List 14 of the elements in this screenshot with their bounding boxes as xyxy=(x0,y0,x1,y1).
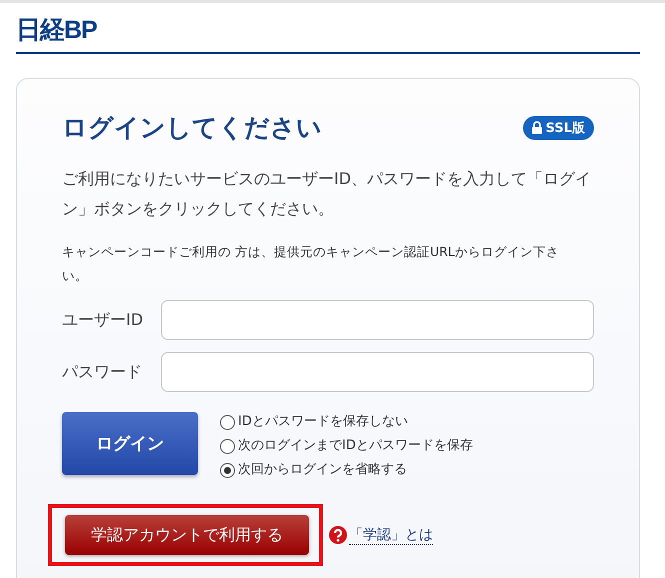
help-link[interactable]: 「学認」とは xyxy=(349,526,433,544)
field-label: パスワード xyxy=(62,362,143,382)
gakunin-button[interactable]: 学認アカウントで利用する xyxy=(65,515,309,555)
logo: 日経BP xyxy=(16,15,97,46)
ssl-badge[interactable]: SSL版 xyxy=(522,116,594,140)
campaign-note: キャンペーンコードご利用の 方は、提供元のキャンペーン認証URLからログイン下さい。 xyxy=(62,243,560,285)
option-label: 次のログインまでIDとパスワードを保存 xyxy=(238,437,473,455)
field-label: ユーザーID xyxy=(62,310,144,330)
option-label: IDとパスワードを保存しない xyxy=(238,413,408,431)
option-label: 次回からログインを省略する xyxy=(238,461,407,479)
page-title: ログインしてください xyxy=(62,112,322,144)
ssl-label: SSL版 xyxy=(546,120,585,136)
intro-text: ご利用になりたいサービスのユーザーID、パスワードを入力して「ログイン」ボタンをクリックしてください。 xyxy=(62,168,592,220)
login-button[interactable]: ログイン xyxy=(62,412,198,475)
